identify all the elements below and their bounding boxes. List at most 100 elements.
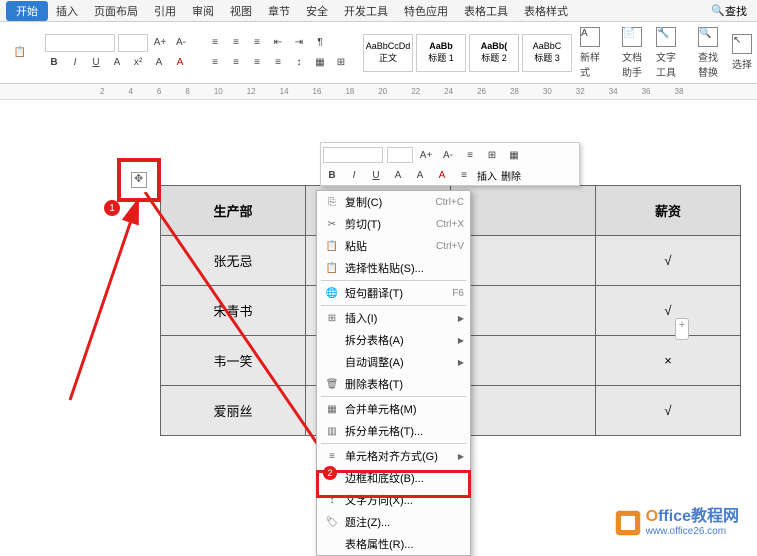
find-replace-button[interactable]: 🔍查找替换 [692, 25, 724, 81]
increase-font-icon[interactable]: A+ [151, 34, 169, 52]
doc-helper-button[interactable]: 📄文档助手 [616, 25, 648, 81]
tab-review[interactable]: 审阅 [184, 1, 222, 21]
new-style-button[interactable]: A新样式 [574, 25, 606, 81]
tab-table-styles[interactable]: 表格样式 [516, 1, 576, 21]
menu-borders-shading[interactable]: 边框和底纹(B)... [317, 467, 470, 489]
style-heading1[interactable]: AaBb标题 1 [416, 34, 466, 72]
style-heading3[interactable]: AaBbC标题 3 [522, 34, 572, 72]
shading-icon[interactable]: ▦ [311, 54, 329, 72]
header-cell[interactable] [451, 186, 596, 236]
font-color-icon[interactable]: A [171, 54, 189, 72]
mini-underline-icon[interactable]: U [367, 166, 385, 184]
menu-table-properties[interactable]: 表格属性(R)... [317, 533, 470, 555]
underline-icon[interactable]: U [87, 54, 105, 72]
mini-bold-icon[interactable]: B [323, 166, 341, 184]
align-right-icon[interactable]: ≡ [248, 54, 266, 72]
tab-references[interactable]: 引用 [146, 1, 184, 21]
number-list-icon[interactable]: ≡ [227, 34, 245, 52]
font-family-input[interactable] [45, 34, 115, 52]
mini-align-icon[interactable]: ≡ [455, 166, 473, 184]
decrease-font-icon[interactable]: A- [172, 34, 190, 52]
tab-view[interactable]: 视图 [222, 1, 260, 21]
select-button[interactable]: ↖选择 [726, 32, 757, 73]
indent-left-icon[interactable]: ⇤ [269, 34, 287, 52]
mini-list-icon[interactable]: ≡ [461, 146, 479, 164]
mini-color-icon[interactable]: A [433, 166, 451, 184]
mini-font-family[interactable] [323, 147, 383, 163]
cut-icon: ✂ [323, 216, 341, 232]
mini-decrease-font-icon[interactable]: A- [439, 146, 457, 164]
menu-copy[interactable]: ⎘复制(C)Ctrl+C [317, 191, 470, 213]
menu-split-cells[interactable]: ▥拆分单元格(T)... [317, 420, 470, 442]
cursor-icon: ↖ [732, 34, 752, 54]
tab-insert[interactable]: 插入 [48, 1, 86, 21]
mini-format-toolbar: A+ A- ≡ ⊞ ▦ B I U A A A ≡ 插入 删除 [320, 142, 580, 186]
mini-insert-label[interactable]: 插入 [477, 168, 497, 183]
superscript-icon[interactable]: x² [129, 54, 147, 72]
menu-autofit[interactable]: 自动调整(A)▶ [317, 351, 470, 373]
align-left-icon[interactable]: ≡ [206, 54, 224, 72]
menu-cut[interactable]: ✂剪切(T)Ctrl+X [317, 213, 470, 235]
font-size-input[interactable] [118, 34, 148, 52]
borders-icon[interactable]: ⊞ [332, 54, 350, 72]
table-move-handle[interactable] [131, 172, 147, 188]
add-column-handle[interactable] [675, 318, 689, 340]
menu-text-direction[interactable]: ↕文字方向(X)... [317, 489, 470, 511]
menu-tabs: 开始 插入 页面布局 引用 审阅 视图 章节 安全 开发工具 特色应用 表格工具… [0, 0, 757, 22]
mini-delete-label[interactable]: 删除 [501, 168, 521, 183]
bold-icon[interactable]: B [45, 54, 63, 72]
insert-icon: ⊞ [323, 310, 341, 326]
indent-right-icon[interactable]: ⇥ [290, 34, 308, 52]
mini-cells-icon[interactable]: ▦ [505, 146, 523, 164]
menu-merge-cells[interactable]: ▦合并单元格(M) [317, 398, 470, 420]
tab-table-tools[interactable]: 表格工具 [456, 1, 516, 21]
search-label[interactable]: 查找 [725, 3, 747, 19]
mini-italic-icon[interactable]: I [345, 166, 363, 184]
mini-increase-font-icon[interactable]: A+ [417, 146, 435, 164]
multi-list-icon[interactable]: ≡ [248, 34, 266, 52]
highlight-icon[interactable]: A [150, 54, 168, 72]
menu-insert[interactable]: ⊞插入(I)▶ [317, 307, 470, 329]
search-icon[interactable]: 🔍 [711, 4, 725, 17]
mini-grid-icon[interactable]: ⊞ [483, 146, 501, 164]
line-spacing-icon[interactable]: ↕ [290, 54, 308, 72]
mini-highlight-icon[interactable]: A [411, 166, 429, 184]
mini-strike-icon[interactable]: A [389, 166, 407, 184]
text-tools-button[interactable]: 🔧文字工具 [650, 25, 682, 81]
align-center-icon[interactable]: ≡ [227, 54, 245, 72]
menu-delete-table[interactable]: 🗑删除表格(T) [317, 373, 470, 395]
tab-dev-tools[interactable]: 开发工具 [336, 1, 396, 21]
tab-special-apps[interactable]: 特色应用 [396, 1, 456, 21]
table-context-menu: ⎘复制(C)Ctrl+C ✂剪切(T)Ctrl+X 📋粘贴Ctrl+V 📋选择性… [316, 190, 471, 556]
paste-special-icon: 📋 [323, 260, 341, 276]
menu-paste[interactable]: 📋粘贴Ctrl+V [317, 235, 470, 257]
delete-icon: 🗑 [323, 376, 341, 392]
header-cell[interactable]: 生产部 [161, 186, 306, 236]
tab-security[interactable]: 安全 [298, 1, 336, 21]
ribbon-toolbar: 📋 A+ A- B I U A x² A A ≡ ≡ ≡ ⇤ ⇥ ¶ ≡ [0, 22, 757, 84]
style-normal[interactable]: AaBbCcDd正文 [363, 34, 413, 72]
strike-icon[interactable]: A [108, 54, 126, 72]
bullet-list-icon[interactable]: ≡ [206, 34, 224, 52]
tab-start[interactable]: 开始 [6, 1, 48, 21]
paste-icon: 📋 [323, 238, 341, 254]
menu-caption[interactable]: 🏷题注(Z)... [317, 511, 470, 533]
merge-icon: ▦ [323, 401, 341, 417]
annotation-badge-2: 2 [323, 466, 337, 480]
menu-paste-special[interactable]: 📋选择性粘贴(S)... [317, 257, 470, 279]
tab-sections[interactable]: 章节 [260, 1, 298, 21]
annotation-box-1 [117, 158, 161, 202]
menu-split-table[interactable]: 拆分表格(A)▶ [317, 329, 470, 351]
horizontal-ruler[interactable]: 2468101214161820222426283032343638 [0, 84, 757, 100]
menu-cell-align[interactable]: ≡单元格对齐方式(G)▶ [317, 445, 470, 467]
align-justify-icon[interactable]: ≡ [269, 54, 287, 72]
paste-icon[interactable]: 📋 [11, 44, 29, 62]
mini-font-size[interactable] [387, 147, 413, 163]
italic-icon[interactable]: I [66, 54, 84, 72]
tab-page-layout[interactable]: 页面布局 [86, 1, 146, 21]
show-marks-icon[interactable]: ¶ [311, 34, 329, 52]
style-heading2[interactable]: AaBb(标题 2 [469, 34, 519, 72]
menu-translate[interactable]: 🌐短句翻译(T)F6 [317, 282, 470, 304]
header-cell[interactable]: 薪资 [596, 186, 741, 236]
text-tools-icon: 🔧 [656, 27, 676, 47]
